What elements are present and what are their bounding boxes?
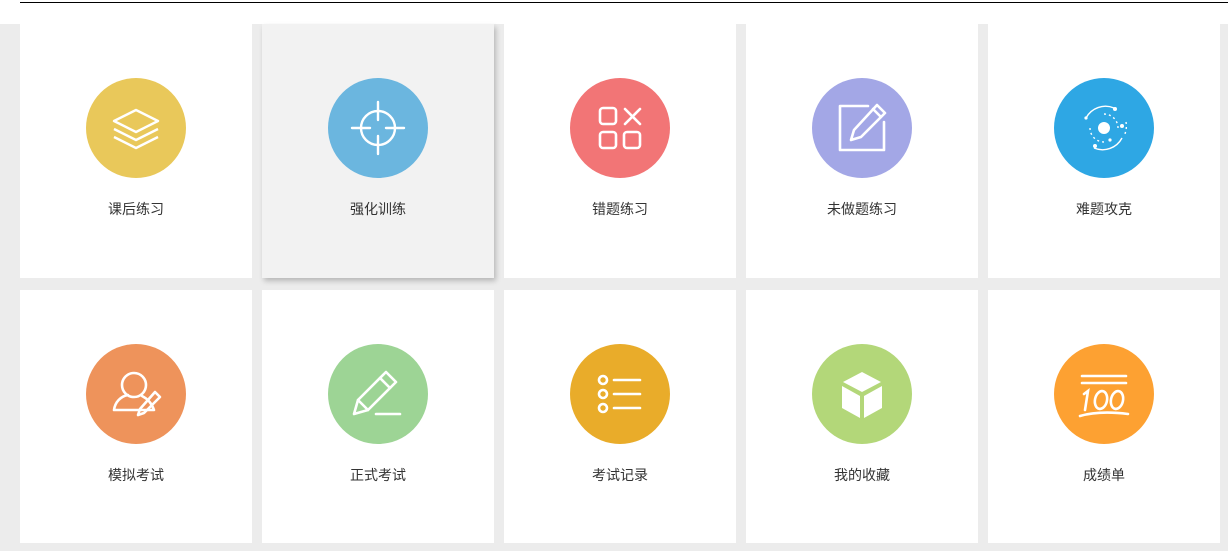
tile-intensive-training[interactable]: 强化训练 bbox=[262, 24, 494, 278]
tile-report-card[interactable]: 成绩单 bbox=[988, 290, 1220, 543]
tile-hard-questions[interactable]: 难题攻克 bbox=[988, 24, 1220, 278]
orbit-icon bbox=[1054, 78, 1154, 178]
tile-after-class-practice[interactable]: 课后练习 bbox=[20, 24, 252, 278]
edit-square-icon bbox=[812, 78, 912, 178]
tile-formal-exam[interactable]: 正式考试 bbox=[262, 290, 494, 543]
tile-label: 未做题练习 bbox=[827, 202, 897, 218]
tile-exam-records[interactable]: 考试记录 bbox=[504, 290, 736, 543]
tile-label: 错题练习 bbox=[592, 202, 648, 218]
list-icon bbox=[570, 344, 670, 444]
top-bar bbox=[0, 0, 1228, 24]
menu-grid: 课后练习 强化训练 错题练习 未做题练习 难题攻克 模拟考试 正式考试 考试记录… bbox=[20, 24, 1220, 543]
pencil-icon bbox=[328, 344, 428, 444]
cube-icon bbox=[812, 344, 912, 444]
tile-label: 我的收藏 bbox=[834, 468, 890, 484]
tile-label: 成绩单 bbox=[1083, 468, 1125, 484]
user-edit-icon bbox=[86, 344, 186, 444]
score-100-icon bbox=[1054, 344, 1154, 444]
tile-label: 模拟考试 bbox=[108, 468, 164, 484]
tile-label: 课后练习 bbox=[108, 202, 164, 218]
layers-icon bbox=[86, 78, 186, 178]
crosshair-icon bbox=[328, 78, 428, 178]
tile-label: 强化训练 bbox=[350, 202, 406, 218]
tile-undone-questions[interactable]: 未做题练习 bbox=[746, 24, 978, 278]
tile-label: 考试记录 bbox=[592, 468, 648, 484]
tile-mock-exam[interactable]: 模拟考试 bbox=[20, 290, 252, 543]
tile-my-favorites[interactable]: 我的收藏 bbox=[746, 290, 978, 543]
tile-label: 难题攻克 bbox=[1076, 202, 1132, 218]
tile-label: 正式考试 bbox=[350, 468, 406, 484]
tile-wrong-questions[interactable]: 错题练习 bbox=[504, 24, 736, 278]
top-divider bbox=[20, 2, 1228, 3]
grid-x-icon bbox=[570, 78, 670, 178]
